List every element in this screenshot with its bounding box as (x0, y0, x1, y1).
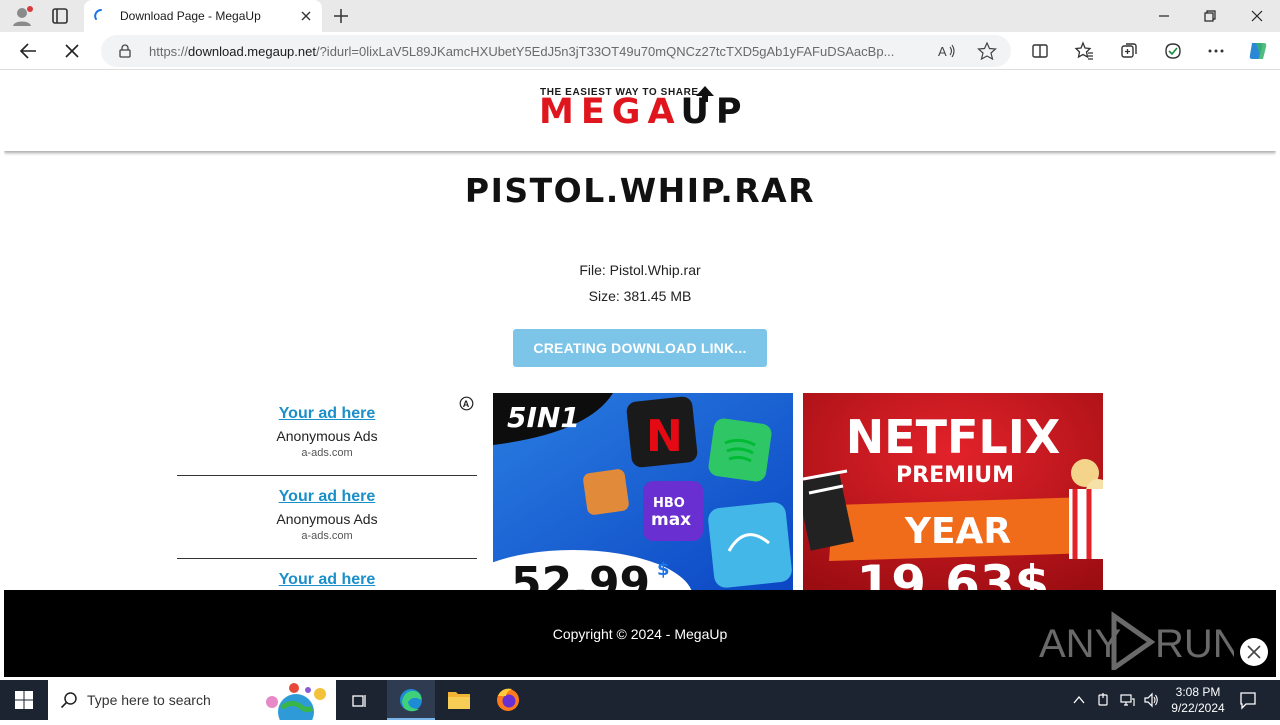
new-tab-icon[interactable] (331, 6, 351, 26)
favorites-icon[interactable] (1074, 41, 1094, 61)
browser-essentials-icon[interactable] (1163, 41, 1183, 61)
ad-domain: a-ads.com (301, 447, 353, 459)
loading-spinner-icon (94, 9, 102, 20)
ad-banner-netflix[interactable]: NETFLIX PREMIUM YEAR 19.63$ (803, 393, 1103, 590)
watermark-left: ANY (1039, 622, 1121, 666)
site-header: THE EASIEST WAY TO SHARE MEGAUP (4, 71, 1276, 151)
file-title: PISTOL.WHIP.RAR (464, 171, 816, 210)
tab-actions-icon[interactable] (48, 5, 72, 27)
netflix-banner-art: NETFLIX PREMIUM YEAR 19.63$ (803, 393, 1103, 590)
close-icon (1247, 645, 1261, 659)
tab-bar: Download Page - MegaUp (0, 0, 1280, 32)
download-button[interactable]: CREATING DOWNLOAD LINK... (513, 329, 767, 367)
url-text: https://download.megaup.net/?idurl=0lixL… (149, 44, 895, 59)
banner-price: 19.63$ (857, 555, 1050, 590)
tab-title: Download Page - MegaUp (120, 9, 261, 23)
watermark-close-button[interactable] (1240, 638, 1268, 666)
file-size: Size: 381.45 MB (588, 288, 692, 304)
streaming-banner-art: 5IN1 N HBO max 52.99 $ (493, 393, 793, 590)
network-icon[interactable] (1119, 692, 1135, 708)
ad-name: Anonymous Ads (276, 428, 378, 444)
favorite-star-icon[interactable] (977, 42, 997, 60)
tab-download-page[interactable]: Download Page - MegaUp (84, 0, 322, 32)
windows-start-icon[interactable] (14, 690, 34, 710)
svg-text:A: A (938, 44, 947, 59)
split-screen-icon[interactable] (1030, 41, 1050, 61)
read-aloud-icon[interactable]: A (937, 42, 957, 60)
banner-line1: NETFLIX (846, 410, 1061, 464)
address-bar: https://download.megaup.net/?idurl=0lixL… (0, 32, 1280, 70)
ad-link[interactable]: Your ad here (177, 405, 477, 423)
restore-icon[interactable] (1200, 6, 1220, 26)
ad-item: Your ad here Anonymous Ads a-ads.com (177, 476, 477, 559)
taskbar-clock[interactable]: 3:08 PM 9/22/2024 (1160, 684, 1236, 716)
svg-text:max: max (651, 510, 691, 530)
ad-link[interactable]: Your ad here (177, 488, 477, 506)
more-options-icon[interactable] (1206, 41, 1226, 61)
clock-date: 9/22/2024 (1171, 701, 1225, 715)
ad-link[interactable]: Your ad here (177, 571, 477, 589)
watermark-right: RUN (1155, 622, 1234, 666)
task-view-icon[interactable] (351, 692, 369, 710)
ad-name: Anonymous Ads (276, 511, 378, 527)
svg-text:HBO: HBO (653, 496, 685, 511)
search-icon (60, 692, 77, 709)
usb-device-icon[interactable] (1095, 692, 1111, 708)
notifications-icon[interactable] (1238, 690, 1258, 710)
banner-currency: $ (657, 559, 670, 580)
ad-domain: a-ads.com (301, 530, 353, 542)
copilot-icon[interactable] (1247, 40, 1269, 62)
taskbar-file-explorer[interactable] (435, 680, 483, 720)
lock-icon[interactable] (118, 44, 132, 58)
folder-icon (448, 692, 470, 709)
close-tab-icon[interactable] (298, 8, 314, 24)
banner-price: 52.99 (511, 558, 650, 590)
edge-icon (400, 689, 422, 712)
clock-time: 3:08 PM (1175, 685, 1221, 699)
windows-taskbar: Type here to search 3:08 PM 9/22/2024 (0, 680, 1280, 720)
search-highlight-globe-icon (266, 683, 326, 720)
profile-icon[interactable] (10, 5, 34, 27)
minimize-icon[interactable] (1154, 6, 1174, 26)
page-content: THE EASIEST WAY TO SHARE MEGAUP PISTOL.W… (4, 71, 1276, 677)
banner-badge: 5IN1 (507, 401, 580, 434)
ad-column: A Your ad here Anonymous Ads a-ads.com Y… (177, 393, 477, 593)
taskbar-firefox[interactable] (484, 680, 532, 720)
site-footer: Copyright © 2024 - MegaUp ANY RUN (4, 590, 1276, 677)
back-arrow-icon[interactable] (18, 40, 40, 62)
close-window-icon[interactable] (1247, 6, 1267, 26)
svg-text:N: N (646, 411, 683, 462)
ad-banner-streaming[interactable]: 5IN1 N HBO max 52.99 $ (493, 393, 793, 590)
megaup-logo[interactable]: THE EASIEST WAY TO SHARE MEGAUP (539, 86, 745, 132)
banner-line3: YEAR (904, 511, 1011, 552)
show-hidden-icons-chevron-icon[interactable] (1071, 692, 1087, 708)
search-placeholder: Type here to search (87, 692, 211, 708)
file-name: File: Pistol.Whip.rar (579, 262, 701, 278)
anyrun-watermark: ANY RUN (1039, 611, 1234, 670)
taskbar-search-box[interactable]: Type here to search (48, 680, 336, 720)
ad-item: Your ad here Anonymous Ads a-ads.com (177, 393, 477, 476)
volume-icon[interactable] (1143, 692, 1159, 708)
taskbar-edge[interactable] (387, 680, 435, 720)
firefox-icon (497, 688, 519, 711)
stop-loading-icon[interactable] (62, 41, 82, 61)
collections-icon[interactable] (1119, 41, 1139, 61)
banner-line2: PREMIUM (896, 463, 1014, 488)
logo-up-arrow-icon (696, 86, 714, 102)
url-field[interactable]: https://download.megaup.net/?idurl=0lixL… (101, 35, 1011, 67)
